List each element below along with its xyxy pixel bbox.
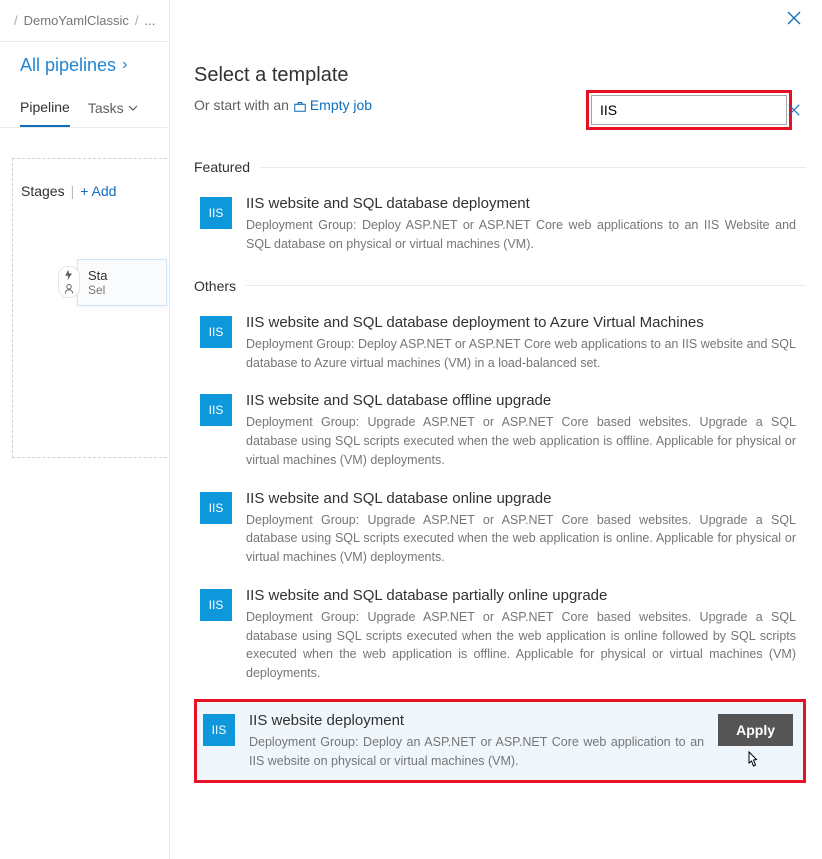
template-description: Deployment Group: Deploy ASP.NET or ASP.…	[246, 216, 796, 254]
template-body: IIS website and SQL database partially o…	[246, 587, 796, 683]
stages-header: Stages | + Add	[13, 183, 167, 199]
bolt-icon	[63, 269, 75, 281]
iis-icon: IIS	[200, 394, 232, 426]
chevron-down-icon	[128, 103, 138, 113]
template-item[interactable]: IIS IIS website and SQL database online …	[194, 480, 806, 577]
add-stage-button[interactable]: + Add	[80, 183, 116, 199]
background-page: / DemoYamlClassic / ... All pipelines › …	[0, 0, 170, 859]
all-pipelines-link[interactable]: All pipelines ›	[0, 42, 167, 88]
template-body: IIS website and SQL database offline upg…	[246, 392, 796, 469]
subtitle-prefix: Or start with an	[194, 97, 289, 113]
template-description: Deployment Group: Deploy an ASP.NET or A…	[249, 733, 704, 771]
iis-icon: IIS	[200, 589, 232, 621]
template-item[interactable]: IIS IIS website and SQL database deploym…	[194, 304, 806, 383]
template-title: IIS website and SQL database deployment	[246, 195, 796, 212]
template-panel: Select a template Or start with an Empty…	[170, 0, 822, 859]
stage-text: Sta Sel	[88, 268, 108, 297]
tab-tasks-label: Tasks	[88, 100, 124, 116]
template-title: IIS website deployment	[249, 712, 704, 729]
breadcrumb: / DemoYamlClassic / ...	[0, 0, 167, 42]
section-featured-label: Featured	[194, 159, 806, 175]
tab-bar: Pipeline Tasks	[0, 88, 167, 128]
template-description: Deployment Group: Upgrade ASP.NET or ASP…	[246, 413, 796, 469]
stage-triggers[interactable]	[58, 266, 80, 298]
divider: |	[71, 183, 75, 199]
iis-icon: IIS	[200, 197, 232, 229]
add-label: Add	[92, 183, 117, 199]
breadcrumb-separator: /	[14, 13, 18, 28]
template-description: Deployment Group: Upgrade ASP.NET or ASP…	[246, 511, 796, 567]
breadcrumb-ellipsis[interactable]: ...	[144, 13, 155, 28]
apply-button[interactable]: Apply	[718, 714, 793, 746]
template-item[interactable]: IIS IIS website and SQL database offline…	[194, 382, 806, 479]
close-icon	[786, 10, 802, 26]
close-button[interactable]	[786, 10, 802, 26]
template-description: Deployment Group: Upgrade ASP.NET or ASP…	[246, 608, 796, 683]
all-pipelines-label: All pipelines	[20, 55, 116, 76]
empty-job-label: Empty job	[310, 97, 372, 113]
panel-title: Select a template	[194, 64, 806, 87]
tab-pipeline-label: Pipeline	[20, 99, 70, 115]
stages-label: Stages	[21, 183, 65, 199]
close-icon	[787, 103, 801, 117]
breadcrumb-separator: /	[135, 13, 139, 28]
section-others-label: Others	[194, 278, 806, 294]
search-box[interactable]	[591, 95, 787, 125]
stage-card[interactable]: Sta Sel	[77, 259, 167, 306]
empty-job-icon	[293, 99, 307, 113]
iis-icon: IIS	[203, 714, 235, 746]
template-item[interactable]: IIS IIS website and SQL database partial…	[194, 577, 806, 693]
others-list: IIS IIS website and SQL database deploym…	[194, 304, 806, 784]
template-title: IIS website and SQL database offline upg…	[246, 392, 796, 409]
template-description: Deployment Group: Deploy ASP.NET or ASP.…	[246, 335, 796, 373]
iis-icon: IIS	[200, 316, 232, 348]
stage-subtitle: Sel	[88, 283, 108, 297]
tab-pipeline[interactable]: Pipeline	[20, 88, 70, 127]
template-title: IIS website and SQL database partially o…	[246, 587, 796, 604]
template-body: IIS website deployment Deployment Group:…	[249, 712, 704, 771]
plus-icon: +	[80, 183, 88, 199]
person-icon	[63, 283, 75, 295]
stage-title: Sta	[88, 268, 108, 283]
tab-tasks[interactable]: Tasks	[88, 100, 138, 116]
featured-list: IIS IIS website and SQL database deploym…	[194, 185, 806, 264]
template-body: IIS website and SQL database online upgr…	[246, 490, 796, 567]
template-item[interactable]: IIS IIS website and SQL database deploym…	[194, 185, 806, 264]
chevron-right-icon: ›	[122, 56, 127, 74]
selected-template-highlight: IIS IIS website deployment Deployment Gr…	[194, 699, 806, 784]
clear-search-button[interactable]	[787, 103, 801, 117]
template-body: IIS website and SQL database deployment …	[246, 314, 796, 373]
template-title: IIS website and SQL database deployment …	[246, 314, 796, 331]
stages-canvas: Stages | + Add Sta Sel	[12, 158, 167, 458]
template-title: IIS website and SQL database online upgr…	[246, 490, 796, 507]
search-highlight	[586, 90, 792, 130]
cursor-icon	[743, 750, 761, 770]
template-body: IIS website and SQL database deployment …	[246, 195, 796, 254]
breadcrumb-project[interactable]: DemoYamlClassic	[24, 13, 129, 28]
iis-icon: IIS	[200, 492, 232, 524]
search-input[interactable]	[600, 102, 781, 118]
template-item-selected[interactable]: IIS IIS website deployment Deployment Gr…	[197, 702, 803, 781]
empty-job-link[interactable]: Empty job	[293, 97, 372, 113]
